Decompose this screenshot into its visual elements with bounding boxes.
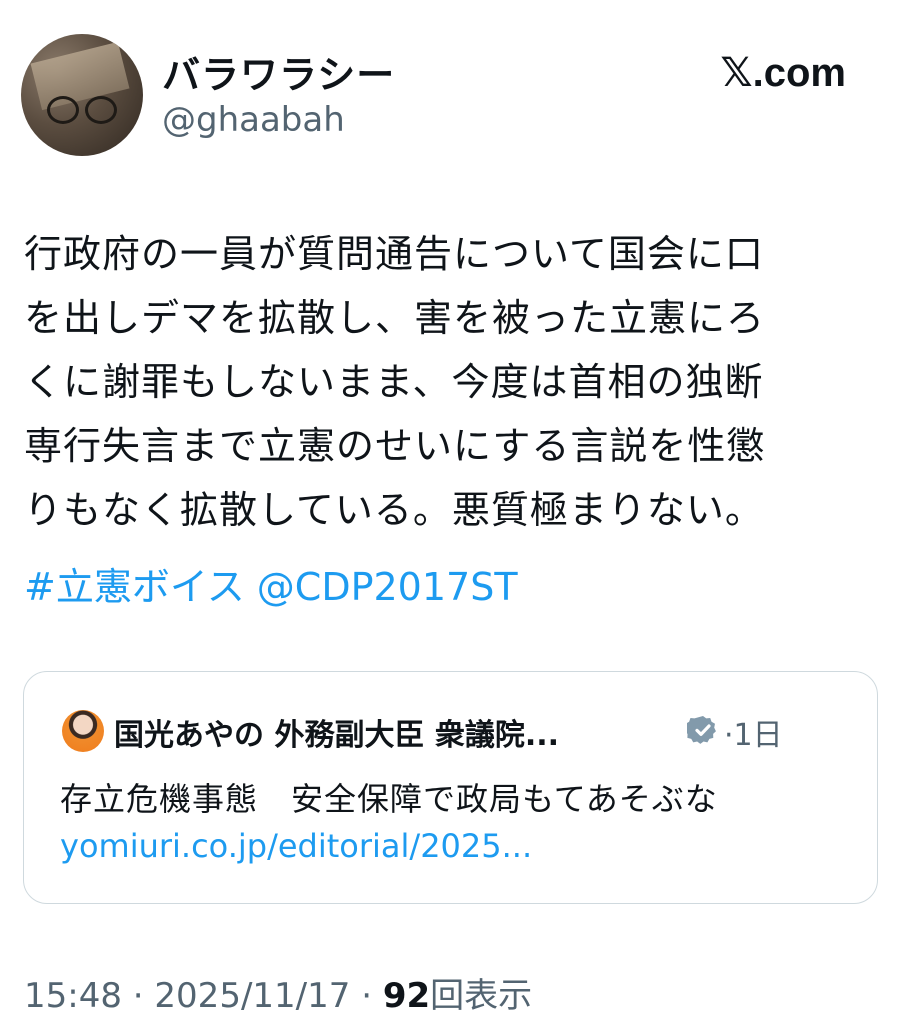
quoted-tweet-card[interactable]: 国光あやの 外務副大臣 衆議院... ·1日 存立危機事態 安全保障で政局もてあ… [23, 671, 878, 904]
tweet-tags: #立憲ボイス @CDP2017ST [24, 557, 518, 617]
quoted-author-avatar [62, 710, 104, 752]
x-logo: 𝕏.com [720, 51, 846, 95]
author-handle[interactable]: @ghaabah [162, 100, 345, 140]
tweet-meta: 15:48 · 2025/11/17 · 92回表示 [24, 968, 532, 1017]
quoted-text: 存立危機事態 安全保障で政局もてあそぶな [60, 780, 718, 818]
tweet-text: 行政府の一員が質問通告について国会に口 を出しデマを拡散し、害を被った立憲にろ … [24, 232, 766, 532]
author-avatar[interactable] [21, 34, 143, 156]
hashtag-link[interactable]: #立憲ボイス [24, 565, 245, 609]
quoted-link[interactable]: yomiuri.co.jp/editorial/2025... [60, 827, 532, 865]
verified-badge-icon [687, 716, 716, 744]
meta-separator: · [121, 976, 155, 1016]
quoted-timestamp: ·1日 [724, 718, 783, 753]
mention-link[interactable]: @CDP2017ST [257, 565, 518, 609]
meta-separator: · [350, 976, 383, 1016]
avatar-glasses-graphic [47, 96, 117, 124]
view-count-label: 回表示 [430, 976, 533, 1016]
quoted-author-name: 国光あやの 外務副大臣 衆議院... [114, 718, 560, 753]
tweet-date[interactable]: 2025/11/17 [154, 976, 350, 1016]
view-count: 92 [382, 976, 431, 1016]
tweet-time[interactable]: 15:48 [24, 976, 122, 1016]
author-display-name[interactable]: バラワラシー [162, 44, 395, 99]
